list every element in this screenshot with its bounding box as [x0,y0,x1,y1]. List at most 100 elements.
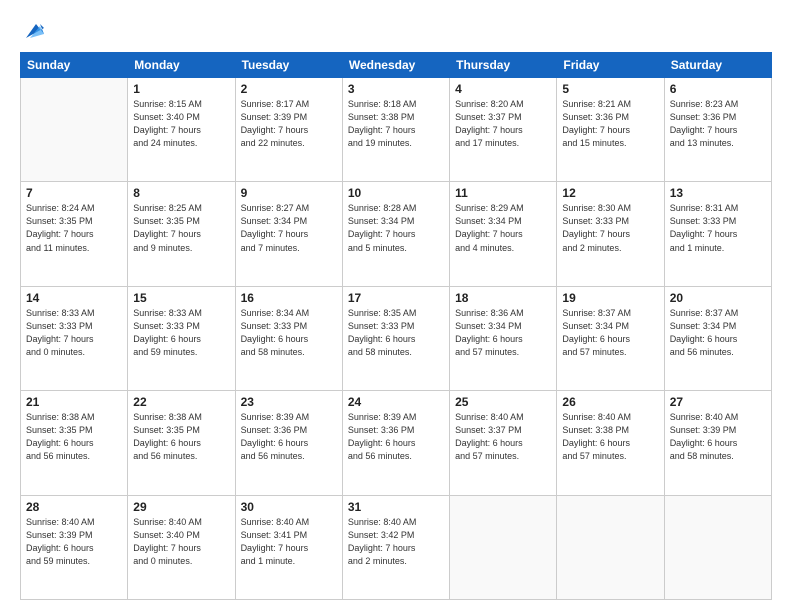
cell-content: Sunrise: 8:40 AMSunset: 3:39 PMDaylight:… [26,516,122,568]
calendar-cell: 15Sunrise: 8:33 AMSunset: 3:33 PMDayligh… [128,286,235,390]
cell-content: Sunrise: 8:37 AMSunset: 3:34 PMDaylight:… [562,307,658,359]
cell-content: Sunrise: 8:35 AMSunset: 3:33 PMDaylight:… [348,307,444,359]
day-number: 20 [670,291,766,305]
cell-content: Sunrise: 8:40 AMSunset: 3:39 PMDaylight:… [670,411,766,463]
logo [20,18,44,42]
calendar-cell [557,495,664,599]
cell-content: Sunrise: 8:21 AMSunset: 3:36 PMDaylight:… [562,98,658,150]
day-number: 27 [670,395,766,409]
day-number: 3 [348,82,444,96]
calendar-cell: 8 Sunrise: 8:25 AMSunset: 3:35 PMDaylight… [128,182,235,286]
day-number: 25 [455,395,551,409]
calendar-cell: 5 Sunrise: 8:21 AMSunset: 3:36 PMDaylight… [557,78,664,182]
calendar-cell: 7 Sunrise: 8:24 AMSunset: 3:35 PMDaylight… [21,182,128,286]
calendar-cell: 30 Sunrise: 8:40 AMSunset: 3:41 PMDayligh… [235,495,342,599]
day-number: 26 [562,395,658,409]
week-row-2: 14Sunrise: 8:33 AMSunset: 3:33 PMDayligh… [21,286,772,390]
day-number: 16 [241,291,337,305]
header-thursday: Thursday [450,53,557,78]
cell-content: Sunrise: 8:36 AMSunset: 3:34 PMDaylight:… [455,307,551,359]
day-number: 7 [26,186,122,200]
calendar-cell: 25 Sunrise: 8:40 AMSunset: 3:37 PMDayligh… [450,391,557,495]
day-number: 11 [455,186,551,200]
cell-content: Sunrise: 8:25 AMSunset: 3:35 PMDaylight:… [133,202,229,254]
calendar-cell: 13 Sunrise: 8:31 AMSunset: 3:33 PMDayligh… [664,182,771,286]
day-number: 22 [133,395,229,409]
calendar-table: SundayMondayTuesdayWednesdayThursdayFrid… [20,52,772,600]
day-number: 21 [26,395,122,409]
cell-content: Sunrise: 8:40 AMSunset: 3:40 PMDaylight:… [133,516,229,568]
cell-content: Sunrise: 8:38 AMSunset: 3:35 PMDaylight:… [133,411,229,463]
cell-content: Sunrise: 8:39 AMSunset: 3:36 PMDaylight:… [241,411,337,463]
calendar-cell: 21Sunrise: 8:38 AMSunset: 3:35 PMDayligh… [21,391,128,495]
day-number: 5 [562,82,658,96]
cell-content: Sunrise: 8:31 AMSunset: 3:33 PMDaylight:… [670,202,766,254]
day-number: 30 [241,500,337,514]
cell-content: Sunrise: 8:40 AMSunset: 3:41 PMDaylight:… [241,516,337,568]
header-wednesday: Wednesday [342,53,449,78]
calendar-cell: 14Sunrise: 8:33 AMSunset: 3:33 PMDayligh… [21,286,128,390]
calendar-cell: 24 Sunrise: 8:39 AMSunset: 3:36 PMDayligh… [342,391,449,495]
day-number: 4 [455,82,551,96]
header-row: SundayMondayTuesdayWednesdayThursdayFrid… [21,53,772,78]
calendar-cell: 23 Sunrise: 8:39 AMSunset: 3:36 PMDayligh… [235,391,342,495]
day-number: 1 [133,82,229,96]
calendar-cell: 4 Sunrise: 8:20 AMSunset: 3:37 PMDaylight… [450,78,557,182]
calendar-cell: 9 Sunrise: 8:27 AMSunset: 3:34 PMDaylight… [235,182,342,286]
cell-content: Sunrise: 8:37 AMSunset: 3:34 PMDaylight:… [670,307,766,359]
calendar-cell [664,495,771,599]
day-number: 15 [133,291,229,305]
logo-icon [22,20,44,42]
calendar-cell: 31Sunrise: 8:40 AMSunset: 3:42 PMDayligh… [342,495,449,599]
cell-content: Sunrise: 8:18 AMSunset: 3:38 PMDaylight:… [348,98,444,150]
day-number: 6 [670,82,766,96]
cell-content: Sunrise: 8:17 AMSunset: 3:39 PMDaylight:… [241,98,337,150]
calendar-cell: 12Sunrise: 8:30 AMSunset: 3:33 PMDayligh… [557,182,664,286]
day-number: 23 [241,395,337,409]
cell-content: Sunrise: 8:29 AMSunset: 3:34 PMDaylight:… [455,202,551,254]
cell-content: Sunrise: 8:34 AMSunset: 3:33 PMDaylight:… [241,307,337,359]
day-number: 8 [133,186,229,200]
day-number: 24 [348,395,444,409]
day-number: 14 [26,291,122,305]
week-row-1: 7 Sunrise: 8:24 AMSunset: 3:35 PMDaylight… [21,182,772,286]
calendar-cell [450,495,557,599]
header-monday: Monday [128,53,235,78]
day-number: 2 [241,82,337,96]
cell-content: Sunrise: 8:23 AMSunset: 3:36 PMDaylight:… [670,98,766,150]
calendar-cell: 19Sunrise: 8:37 AMSunset: 3:34 PMDayligh… [557,286,664,390]
calendar-cell: 29Sunrise: 8:40 AMSunset: 3:40 PMDayligh… [128,495,235,599]
header-saturday: Saturday [664,53,771,78]
calendar-cell [21,78,128,182]
cell-content: Sunrise: 8:30 AMSunset: 3:33 PMDaylight:… [562,202,658,254]
week-row-3: 21 Sunrise: 8:38 AMSunset: 3:35 PMDayligh… [21,391,772,495]
calendar-cell: 17 Sunrise: 8:35 AMSunset: 3:33 PMDayligh… [342,286,449,390]
header-sunday: Sunday [21,53,128,78]
calendar-cell: 1 Sunrise: 8:15 AMSunset: 3:40 PMDaylight… [128,78,235,182]
week-row-0: 1 Sunrise: 8:15 AMSunset: 3:40 PMDaylight… [21,78,772,182]
day-number: 18 [455,291,551,305]
calendar-cell: 6 Sunrise: 8:23 AMSunset: 3:36 PMDaylight… [664,78,771,182]
cell-content: Sunrise: 8:24 AMSunset: 3:35 PMDaylight:… [26,202,122,254]
cell-content: Sunrise: 8:27 AMSunset: 3:34 PMDaylight:… [241,202,337,254]
cell-content: Sunrise: 8:15 AMSunset: 3:40 PMDaylight:… [133,98,229,150]
header [20,18,772,42]
day-number: 13 [670,186,766,200]
calendar-cell: 28Sunrise: 8:40 AMSunset: 3:39 PMDayligh… [21,495,128,599]
cell-content: Sunrise: 8:39 AMSunset: 3:36 PMDaylight:… [348,411,444,463]
header-tuesday: Tuesday [235,53,342,78]
cell-content: Sunrise: 8:40 AMSunset: 3:37 PMDaylight:… [455,411,551,463]
calendar-cell: 26 Sunrise: 8:40 AMSunset: 3:38 PMDayligh… [557,391,664,495]
calendar-cell: 18 Sunrise: 8:36 AMSunset: 3:34 PMDayligh… [450,286,557,390]
day-number: 9 [241,186,337,200]
calendar-cell: 2 Sunrise: 8:17 AMSunset: 3:39 PMDaylight… [235,78,342,182]
calendar-cell: 11 Sunrise: 8:29 AMSunset: 3:34 PMDayligh… [450,182,557,286]
calendar-cell: 22 Sunrise: 8:38 AMSunset: 3:35 PMDayligh… [128,391,235,495]
calendar-page: SundayMondayTuesdayWednesdayThursdayFrid… [0,0,792,612]
cell-content: Sunrise: 8:40 AMSunset: 3:38 PMDaylight:… [562,411,658,463]
day-number: 10 [348,186,444,200]
cell-content: Sunrise: 8:40 AMSunset: 3:42 PMDaylight:… [348,516,444,568]
header-friday: Friday [557,53,664,78]
day-number: 17 [348,291,444,305]
cell-content: Sunrise: 8:20 AMSunset: 3:37 PMDaylight:… [455,98,551,150]
